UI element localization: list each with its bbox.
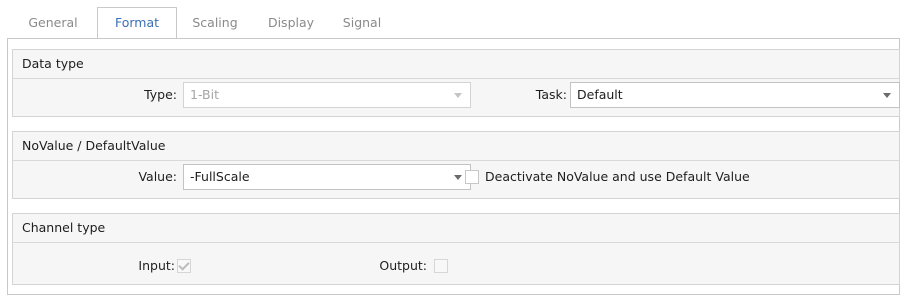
input-checkbox[interactable] (177, 259, 191, 273)
input-label: Input: (138, 258, 175, 273)
data-type-group: Data type Type: 1-Bit Task: Default (12, 49, 900, 117)
tab-format[interactable]: Format (97, 7, 177, 40)
channel-type-group: Channel type Input: Output: (12, 213, 900, 285)
value-dropdown[interactable]: -FullScale (183, 164, 471, 190)
value-label: Value: (138, 169, 177, 184)
tab-signal[interactable]: Signal (332, 8, 392, 38)
tab-bar: General Format Scaling Display Signal (0, 0, 901, 40)
chevron-down-icon[interactable] (883, 93, 891, 98)
task-value: Default (577, 87, 623, 102)
channel-type-group-title: Channel type (13, 214, 899, 243)
output-checkbox[interactable] (434, 259, 448, 273)
novalue-group-title: NoValue / DefaultValue (13, 132, 899, 161)
type-label: Type: (144, 87, 177, 102)
chevron-down-icon (454, 93, 462, 98)
tab-scaling[interactable]: Scaling (180, 8, 250, 38)
data-type-group-title: Data type (13, 50, 899, 79)
output-label: Output: (379, 258, 427, 273)
chevron-down-icon[interactable] (454, 175, 462, 180)
task-label: Task: (535, 87, 567, 102)
task-dropdown[interactable]: Default (570, 82, 900, 108)
type-value: 1-Bit (190, 87, 219, 102)
novalue-group: NoValue / DefaultValue Value: -FullScale… (12, 131, 900, 199)
tab-display[interactable]: Display (256, 8, 326, 38)
tab-general[interactable]: General (12, 8, 94, 38)
type-dropdown: 1-Bit (183, 82, 471, 108)
deactivate-novalue-checkbox[interactable] (465, 170, 479, 184)
deactivate-novalue-label[interactable]: Deactivate NoValue and use Default Value (485, 169, 750, 184)
checkmark-icon (178, 259, 190, 271)
value-value: -FullScale (190, 169, 250, 184)
